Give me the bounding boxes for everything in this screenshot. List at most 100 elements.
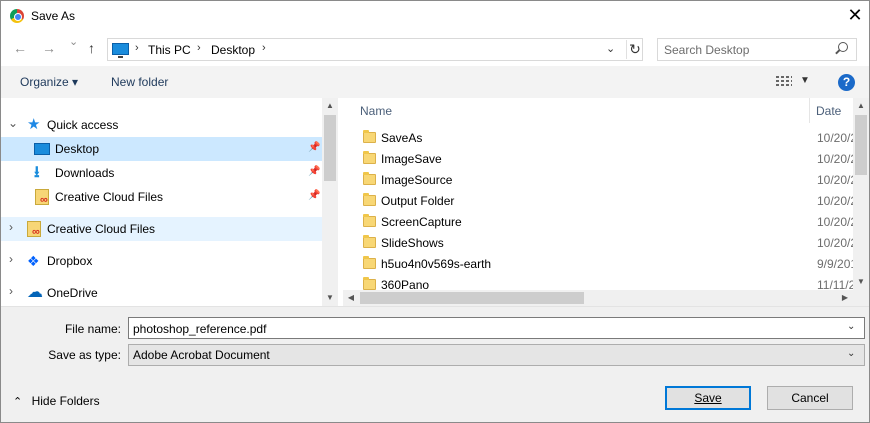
- file-name: h5uo4n0v569s-earth: [381, 257, 492, 271]
- folder-icon: [363, 130, 376, 143]
- recent-locations-icon[interactable]: ⌄: [69, 35, 78, 48]
- column-header-name[interactable]: Name: [360, 104, 392, 118]
- save-button-label: Save: [694, 391, 722, 405]
- folder-icon: [363, 214, 376, 227]
- save-form: File name: ⌄ Save as type: Adobe Acrobat…: [1, 306, 869, 422]
- chevron-down-icon[interactable]: ⌄: [847, 321, 855, 332]
- search-icon[interactable]: [838, 42, 848, 52]
- hide-folders-label: Hide Folders: [31, 394, 100, 408]
- expand-chevron-icon[interactable]: ›: [9, 284, 13, 298]
- sidebar-item-onedrive[interactable]: › ☁ OneDrive: [1, 281, 322, 305]
- column-divider[interactable]: [809, 98, 810, 123]
- sidebar-item-dropbox[interactable]: › ❖ Dropbox: [1, 249, 322, 273]
- save-type-value: Adobe Acrobat Document: [133, 348, 270, 362]
- file-name-input[interactable]: [133, 321, 833, 336]
- file-date: 10/20/2: [817, 194, 853, 208]
- refresh-icon[interactable]: ↻: [626, 40, 643, 59]
- save-button[interactable]: Save: [665, 386, 751, 410]
- file-date: 10/20/2: [817, 215, 853, 229]
- file-date: 10/20/2: [817, 131, 853, 145]
- organize-button[interactable]: Organize ▾: [20, 75, 78, 89]
- chevron-down-icon[interactable]: ⌄: [847, 348, 855, 359]
- scroll-up-icon[interactable]: ▲: [322, 98, 338, 114]
- sidebar-item-desktop[interactable]: Desktop 📌: [1, 137, 322, 161]
- breadcrumb-separator[interactable]: ›: [262, 42, 266, 54]
- window-title: Save As: [31, 9, 76, 23]
- list-item[interactable]: ScreenCapture 10/20/2: [343, 212, 853, 233]
- view-details-icon[interactable]: [776, 76, 792, 88]
- list-item[interactable]: SlideShows 10/20/2: [343, 233, 853, 254]
- cancel-button[interactable]: Cancel: [767, 386, 853, 410]
- sidebar-item-creative-cloud-files-pinned[interactable]: Creative Cloud Files 📌: [1, 185, 322, 209]
- list-item[interactable]: ImageSource 10/20/2: [343, 170, 853, 191]
- breadcrumb-this-pc[interactable]: This PC: [148, 43, 191, 57]
- creative-cloud-icon: [35, 189, 49, 206]
- scrollbar-thumb[interactable]: [855, 115, 867, 175]
- file-date: 10/20/2: [817, 152, 853, 166]
- forward-arrow-icon[interactable]: →: [42, 40, 56, 56]
- scroll-up-icon[interactable]: ▲: [853, 98, 869, 114]
- close-icon[interactable]: ✕: [845, 5, 865, 25]
- list-item[interactable]: SaveAs 10/20/2: [343, 128, 853, 149]
- folder-icon: [363, 193, 376, 206]
- breadcrumb-desktop[interactable]: Desktop: [211, 43, 255, 57]
- title-bar: Save As ✕: [1, 1, 869, 32]
- sidebar-item-label: Downloads: [55, 166, 115, 180]
- file-list-pane: Name Date SaveAs 10/20/2 ImageSave 10/20…: [343, 98, 869, 306]
- navigation-bar: ← → ⌄ ↑ › This PC › Desktop › ⌄ ↻: [1, 32, 869, 66]
- search-input[interactable]: [664, 42, 824, 57]
- creative-cloud-icon: [27, 221, 41, 238]
- folder-icon: [363, 235, 376, 248]
- file-name-label: File name:: [64, 322, 121, 336]
- sidebar-item-label: Desktop: [55, 142, 100, 156]
- up-arrow-icon[interactable]: ↑: [88, 40, 95, 56]
- file-list-horizontal-scrollbar[interactable]: ◀ ▶: [343, 290, 853, 306]
- file-list-vertical-scrollbar[interactable]: ▲ ▼: [853, 98, 869, 290]
- folder-icon: [363, 256, 376, 269]
- save-as-dialog: Save As ✕ ← → ⌄ ↑ › This PC › Desktop › …: [0, 0, 870, 423]
- scroll-down-icon[interactable]: ▼: [853, 274, 869, 290]
- star-icon: ★: [27, 116, 41, 133]
- sidebar-item-quick-access[interactable]: ⌄ ★ Quick access: [1, 113, 322, 137]
- scrollbar-thumb[interactable]: [324, 115, 336, 181]
- breadcrumb-separator[interactable]: ›: [197, 42, 201, 54]
- list-item[interactable]: ImageSave 10/20/2: [343, 149, 853, 170]
- sidebar-scrollbar[interactable]: ▲ ▼: [322, 98, 338, 306]
- desktop-icon: [34, 143, 50, 155]
- command-bar: Organize ▾ New folder ▼ ?: [1, 66, 869, 98]
- hide-folders-button[interactable]: ⌃ Hide Folders: [13, 394, 100, 408]
- address-dropdown-icon[interactable]: ⌄: [606, 42, 615, 55]
- folder-icon: [363, 172, 376, 185]
- download-icon: ⭳: [34, 164, 40, 181]
- collapse-chevron-icon[interactable]: ⌄: [8, 116, 18, 130]
- address-bar[interactable]: › This PC › Desktop › ⌄ ↻: [107, 38, 643, 61]
- file-name: ImageSource: [381, 173, 453, 187]
- column-header: Name Date: [343, 98, 853, 123]
- save-type-select[interactable]: Adobe Acrobat Document ⌄: [128, 344, 865, 366]
- sidebar-item-label: OneDrive: [47, 286, 98, 300]
- file-name: SlideShows: [381, 236, 444, 250]
- pin-icon: 📌: [308, 166, 321, 177]
- new-folder-button[interactable]: New folder: [111, 75, 168, 89]
- scrollbar-corner: [853, 290, 869, 306]
- list-item[interactable]: Output Folder 10/20/2: [343, 191, 853, 212]
- breadcrumb-separator[interactable]: ›: [135, 42, 139, 54]
- chrome-icon: [10, 9, 24, 23]
- file-name-field[interactable]: ⌄: [128, 317, 865, 339]
- sidebar-item-downloads[interactable]: ⭳ Downloads 📌: [1, 161, 322, 185]
- search-box[interactable]: [657, 38, 857, 61]
- scroll-right-icon[interactable]: ▶: [837, 290, 853, 306]
- scroll-down-icon[interactable]: ▼: [322, 290, 338, 306]
- expand-chevron-icon[interactable]: ›: [9, 252, 13, 266]
- scroll-left-icon[interactable]: ◀: [343, 290, 359, 306]
- expand-chevron-icon[interactable]: ›: [9, 220, 13, 234]
- sidebar-item-creative-cloud-files[interactable]: › Creative Cloud Files: [1, 217, 322, 241]
- sidebar-item-label: Quick access: [47, 118, 119, 132]
- help-icon[interactable]: ?: [838, 74, 855, 91]
- column-header-date[interactable]: Date: [816, 104, 841, 118]
- sidebar-item-label: Dropbox: [47, 254, 93, 268]
- back-arrow-icon[interactable]: ←: [13, 40, 27, 56]
- list-item[interactable]: h5uo4n0v569s-earth 9/9/201: [343, 254, 853, 275]
- views-dropdown-icon[interactable]: ▼: [800, 75, 810, 86]
- scrollbar-thumb[interactable]: [360, 292, 584, 304]
